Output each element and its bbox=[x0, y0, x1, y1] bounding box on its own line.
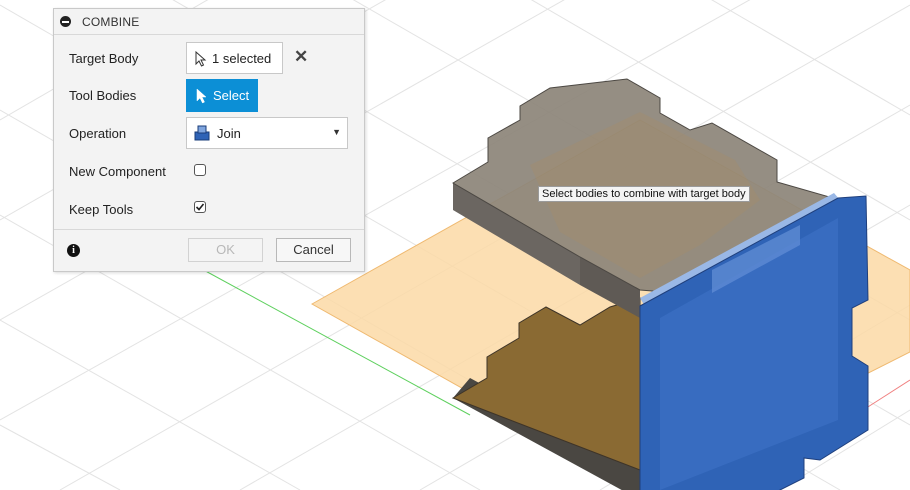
chevron-down-icon: ▼ bbox=[332, 127, 341, 137]
tool-bodies-select-button[interactable]: Select bbox=[186, 79, 258, 112]
cancel-button[interactable]: Cancel bbox=[276, 238, 351, 262]
tool-bodies-label: Tool Bodies bbox=[69, 88, 137, 103]
checkmark-icon bbox=[195, 203, 205, 211]
operation-dropdown[interactable]: Join ▼ bbox=[186, 117, 348, 149]
operation-value: Join bbox=[217, 126, 241, 141]
target-body-selector[interactable]: 1 selected bbox=[186, 42, 283, 74]
target-body-value: 1 selected bbox=[212, 51, 272, 66]
keep-tools-label: Keep Tools bbox=[69, 202, 134, 217]
dialog-header[interactable]: COMBINE bbox=[54, 9, 364, 35]
tool-bodies-select-label: Select bbox=[213, 88, 250, 103]
cursor-arrow-icon bbox=[195, 51, 207, 67]
new-component-label: New Component bbox=[69, 164, 166, 179]
keep-tools-checkbox[interactable] bbox=[194, 201, 206, 213]
target-body-label: Target Body bbox=[69, 51, 139, 66]
combine-dialog: COMBINE Target Body 1 selected ✕ Tool Bo… bbox=[53, 8, 365, 272]
cursor-arrow-icon bbox=[196, 88, 207, 104]
ok-button[interactable]: OK bbox=[188, 238, 263, 262]
selection-tooltip: Select bodies to combine with target bod… bbox=[538, 186, 750, 202]
dialog-title: COMBINE bbox=[82, 15, 140, 29]
info-icon[interactable]: i bbox=[67, 244, 80, 257]
join-icon bbox=[194, 125, 210, 141]
collapse-icon[interactable] bbox=[60, 16, 71, 27]
new-component-checkbox[interactable] bbox=[194, 164, 206, 176]
footer-divider bbox=[54, 229, 364, 230]
operation-label: Operation bbox=[69, 126, 127, 141]
clear-selection-button[interactable]: ✕ bbox=[294, 47, 308, 67]
